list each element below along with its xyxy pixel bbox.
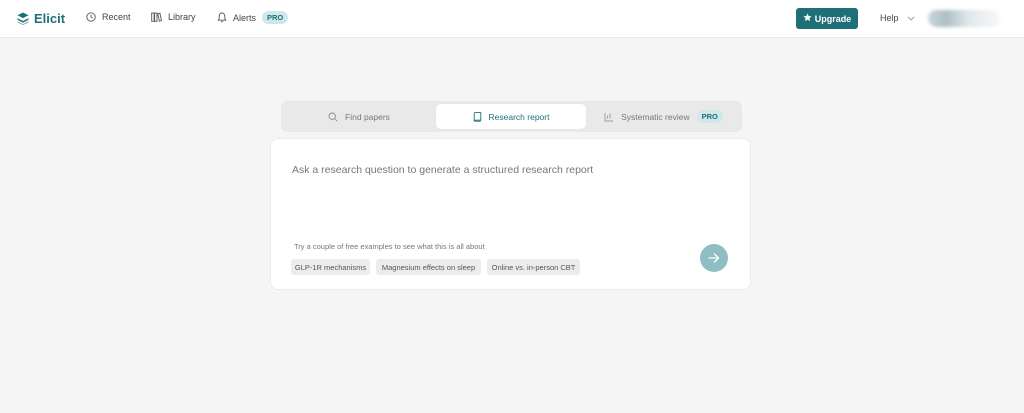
nav-alerts[interactable]: Alerts PRO bbox=[217, 11, 289, 24]
example-chip-magnesium[interactable]: Magnesium effects on sleep bbox=[376, 259, 481, 275]
search-icon bbox=[328, 112, 338, 122]
upgrade-button[interactable]: Upgrade bbox=[796, 8, 858, 29]
example-chip-cbt[interactable]: Online vs. in-person CBT bbox=[487, 259, 580, 275]
bell-icon bbox=[217, 12, 227, 23]
books-icon bbox=[151, 12, 162, 22]
book-icon bbox=[473, 111, 482, 122]
nav-recent-label: Recent bbox=[102, 12, 131, 22]
brand-logo[interactable]: Elicit bbox=[17, 11, 65, 26]
tab-systematic-review[interactable]: Systematic review PRO bbox=[588, 104, 739, 129]
upgrade-button-label: Upgrade bbox=[814, 13, 852, 24]
arrow-right-icon bbox=[708, 251, 720, 266]
tab-find-papers-label: Find papers bbox=[345, 111, 390, 122]
clock-icon bbox=[86, 12, 96, 22]
pro-badge: PRO bbox=[262, 11, 289, 24]
user-account-avatar[interactable] bbox=[928, 10, 1000, 27]
nav-library-label: Library bbox=[168, 12, 196, 22]
submit-button[interactable] bbox=[700, 244, 728, 272]
research-question-card: Try a couple of free examples to see wha… bbox=[270, 138, 751, 290]
tab-systematic-review-label: Systematic review bbox=[621, 111, 690, 122]
nav-alerts-label: Alerts bbox=[233, 12, 257, 23]
tab-find-papers[interactable]: Find papers bbox=[284, 104, 434, 129]
star-icon bbox=[803, 13, 812, 24]
research-question-input[interactable] bbox=[292, 161, 722, 179]
help-menu[interactable]: Help bbox=[880, 13, 915, 23]
nav-recent[interactable]: Recent bbox=[86, 12, 131, 22]
help-label: Help bbox=[880, 13, 899, 23]
mode-switcher: Find papers Research report Systematic r… bbox=[281, 101, 742, 132]
chevron-down-icon bbox=[906, 13, 915, 23]
tab-research-report[interactable]: Research report bbox=[436, 104, 586, 129]
examples-label: Try a couple of free examples to see wha… bbox=[294, 242, 485, 251]
review-chart-icon bbox=[604, 112, 614, 122]
top-navigation-bar: Elicit Recent Library Alerts PRO Upgrade… bbox=[0, 0, 1024, 38]
nav-library[interactable]: Library bbox=[151, 12, 196, 22]
brand-name: Elicit bbox=[34, 11, 66, 26]
tab-research-report-label: Research report bbox=[488, 111, 550, 122]
pro-badge: PRO bbox=[696, 110, 723, 123]
elicit-logo-icon bbox=[17, 12, 29, 25]
example-chip-glp1r[interactable]: GLP-1R mechanisms bbox=[291, 259, 370, 275]
